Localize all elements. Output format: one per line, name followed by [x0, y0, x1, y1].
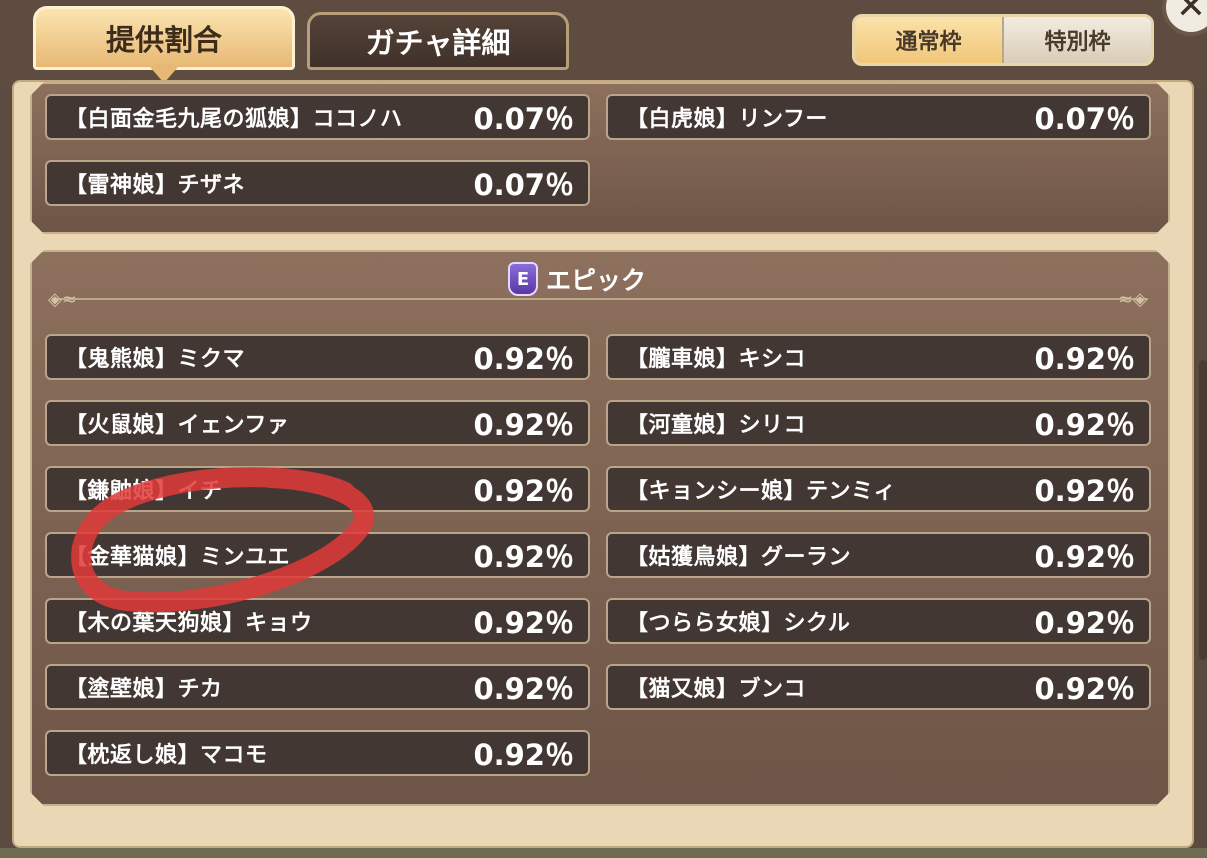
character-name: 【猫又娘】ブンコ [626, 677, 807, 702]
character-name: 【枕返し娘】マコモ [65, 743, 268, 768]
bottom-strip [0, 848, 1207, 858]
drop-rate: 0.92％ [1034, 342, 1135, 376]
tab-rates[interactable]: 提供割合 [33, 6, 295, 83]
tab-details[interactable]: ガチャ詳細 [307, 12, 569, 70]
rate-row: 【金華猫娘】ミンユエ 0.92％ [45, 532, 590, 578]
character-name: 【鬼熊娘】ミクマ [65, 347, 246, 372]
character-name: 【雷神娘】チザネ [65, 173, 246, 198]
rate-row: 【木の葉天狗娘】キョウ 0.92％ [45, 598, 590, 644]
drop-rate: 0.92％ [1034, 408, 1135, 442]
toggle-special-frame[interactable]: 特別枠 [1002, 17, 1151, 63]
rate-row: 【枕返し娘】マコモ 0.92％ [45, 730, 590, 776]
character-name: 【塗壁娘】チカ [65, 677, 223, 702]
epic-section-header: E エピック [508, 260, 646, 298]
rate-row: 【河童娘】シリコ 0.92％ [606, 400, 1151, 446]
frame-type-toggle: 通常枠 特別枠 [852, 14, 1154, 66]
character-name: 【白虎娘】リンフー [626, 107, 828, 132]
drop-rate: 0.07％ [1034, 102, 1135, 136]
toggle-normal-frame[interactable]: 通常枠 [855, 17, 1002, 63]
divider-ornament-left-icon: ◈≈ [48, 289, 77, 310]
drop-rate: 0.92％ [1034, 672, 1135, 706]
tab-rates-label: 提供割合 [105, 23, 222, 57]
character-name: 【鎌鼬娘】イチ [65, 479, 223, 504]
rate-row: 【雷神娘】チザネ 0.07％ [45, 160, 590, 206]
rate-row: 【キョンシー娘】テンミィ 0.92％ [606, 466, 1151, 512]
drop-rate: 0.92％ [1034, 474, 1135, 508]
drop-rate: 0.92％ [473, 672, 574, 706]
rate-row: 【猫又娘】ブンコ 0.92％ [606, 664, 1151, 710]
drop-rate: 0.07％ [473, 102, 574, 136]
drop-rate: 0.92％ [473, 408, 574, 442]
epic-rarity-icon: E [508, 262, 538, 296]
character-name: 【キョンシー娘】テンミィ [626, 479, 897, 504]
rate-row: 【白虎娘】リンフー 0.07％ [606, 94, 1151, 140]
character-name: 【つらら女娘】シクル [626, 611, 851, 636]
rate-row: 【白面金毛九尾の狐娘】ココノハ 0.07％ [45, 94, 590, 140]
drop-rate: 0.92％ [1034, 606, 1135, 640]
character-name: 【姑獲鳥娘】グーラン [626, 545, 852, 570]
drop-rate: 0.07％ [473, 168, 574, 202]
divider-ornament-right-icon: ≈◈ [1118, 289, 1147, 310]
section-divider [52, 298, 1148, 300]
rate-row: 【塗壁娘】チカ 0.92％ [45, 664, 590, 710]
character-name: 【白面金毛九尾の狐娘】ココノハ [65, 107, 403, 132]
character-name: 【木の葉天狗娘】キョウ [65, 611, 313, 636]
rate-row: 【つらら女娘】シクル 0.92％ [606, 598, 1151, 644]
rate-row: 【鎌鼬娘】イチ 0.92％ [45, 466, 590, 512]
rate-row: 【火鼠娘】イェンファ 0.92％ [45, 400, 590, 446]
rate-row: 【姑獲鳥娘】グーラン 0.92％ [606, 532, 1151, 578]
drop-rate: 0.92％ [473, 540, 574, 574]
epic-section-title: エピック [546, 266, 647, 295]
character-name: 【火鼠娘】イェンファ [65, 413, 290, 438]
drop-rate: 0.92％ [473, 738, 574, 772]
character-name: 【河童娘】シリコ [626, 413, 807, 438]
scrollbar[interactable] [1199, 360, 1207, 660]
tab-details-label: ガチャ詳細 [365, 26, 511, 60]
rate-row: 【朧車娘】キシコ 0.92％ [606, 334, 1151, 380]
drop-rate: 0.92％ [473, 474, 574, 508]
character-name: 【朧車娘】キシコ [626, 347, 807, 372]
drop-rate: 0.92％ [473, 342, 574, 376]
drop-rate: 0.92％ [1034, 540, 1135, 574]
rate-row: 【鬼熊娘】ミクマ 0.92％ [45, 334, 590, 380]
drop-rate: 0.92％ [473, 606, 574, 640]
character-name: 【金華猫娘】ミンユエ [65, 545, 291, 570]
